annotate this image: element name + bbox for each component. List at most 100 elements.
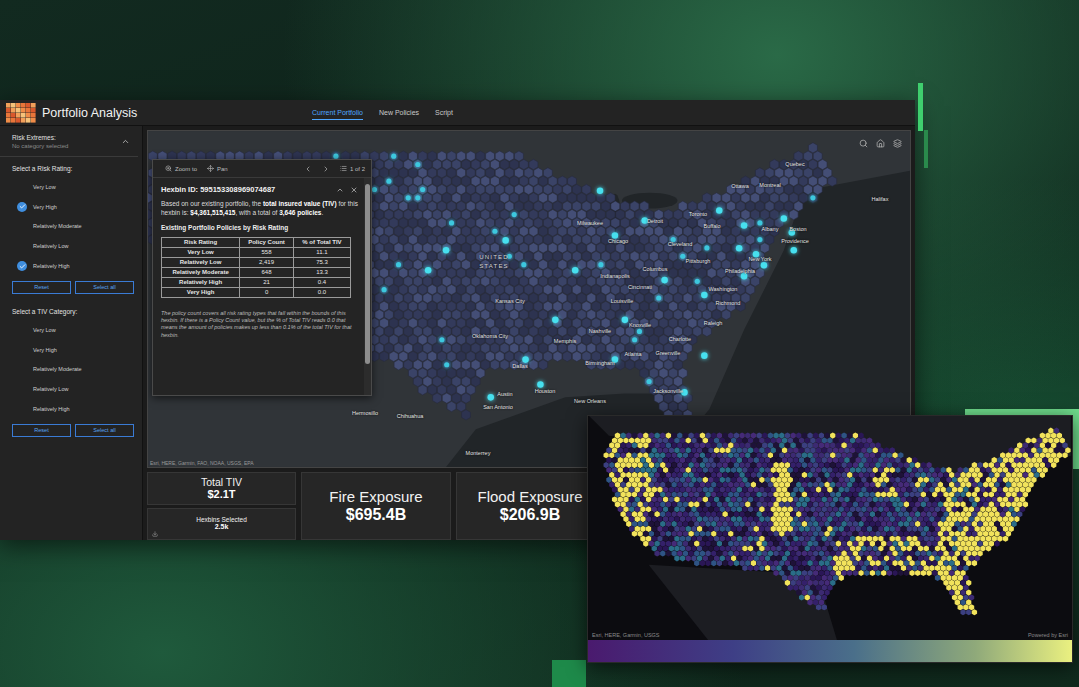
hexbin[interactable] [500, 343, 509, 353]
hexbin[interactable] [1045, 442, 1050, 448]
hexbin[interactable] [784, 168, 793, 178]
hexbin[interactable] [722, 433, 727, 439]
hexbin[interactable] [577, 310, 586, 320]
hexbin[interactable] [678, 318, 687, 328]
hexbin[interactable] [623, 437, 628, 443]
hexbin[interactable] [568, 343, 577, 353]
hexbin[interactable] [592, 301, 601, 311]
hexbin[interactable] [428, 184, 437, 194]
hexbin[interactable] [510, 209, 519, 219]
hexbin[interactable] [643, 433, 648, 439]
hexbin[interactable] [505, 268, 514, 278]
hexbin[interactable] [534, 184, 543, 194]
hexbin[interactable] [674, 293, 683, 303]
hexbin[interactable] [384, 276, 393, 286]
hexbin[interactable] [442, 193, 451, 203]
hexbin[interactable] [471, 193, 480, 203]
hexbin[interactable] [514, 335, 523, 345]
hexbin[interactable] [447, 201, 456, 211]
hexbin[interactable] [514, 184, 523, 194]
hexbin[interactable] [659, 401, 668, 411]
hexbin[interactable] [505, 168, 514, 178]
hexbin[interactable] [418, 251, 427, 261]
hexbin[interactable] [654, 452, 659, 458]
hexbin[interactable] [408, 284, 417, 294]
hexbin[interactable] [858, 433, 863, 439]
hexbin[interactable] [640, 447, 645, 453]
hexbin[interactable] [384, 209, 393, 219]
hexbin[interactable] [705, 452, 710, 458]
hexbin[interactable] [722, 226, 731, 236]
hexbin[interactable] [601, 318, 610, 328]
hexbin[interactable] [408, 201, 417, 211]
hexbin[interactable] [466, 201, 475, 211]
hexbin[interactable] [500, 176, 509, 186]
hexbin[interactable] [827, 447, 832, 453]
hexbin[interactable] [611, 318, 620, 328]
hexbin[interactable] [625, 360, 634, 370]
hexbin[interactable] [592, 268, 601, 278]
hexbin[interactable] [471, 226, 480, 236]
hexbin[interactable] [616, 259, 625, 269]
hexbin[interactable] [568, 326, 577, 336]
hexbin[interactable] [1048, 447, 1053, 453]
hexbin[interactable] [572, 184, 581, 194]
hexbin[interactable] [524, 218, 533, 228]
hexbin[interactable] [741, 293, 750, 303]
hexbin[interactable] [418, 318, 427, 328]
hexbin[interactable] [442, 393, 451, 403]
hexbin[interactable] [471, 310, 480, 320]
hexbin[interactable] [490, 360, 499, 370]
hexbin[interactable] [389, 301, 398, 311]
hexbin[interactable] [790, 433, 795, 439]
hexbin[interactable] [813, 433, 818, 439]
heatmap-canvas[interactable] [588, 416, 1072, 640]
hexbin[interactable] [736, 234, 745, 244]
hexbin[interactable] [514, 251, 523, 261]
selected-hexbin[interactable] [632, 337, 637, 342]
hexbin[interactable] [568, 243, 577, 253]
hexbin[interactable] [611, 335, 620, 345]
hexbin[interactable] [384, 243, 393, 253]
hexbin[interactable] [714, 437, 719, 443]
hexbin[interactable] [452, 310, 461, 320]
hexbin[interactable] [380, 201, 389, 211]
hexbin[interactable] [418, 351, 427, 361]
hexbin[interactable] [524, 335, 533, 345]
hexbin[interactable] [649, 251, 658, 261]
hexbin[interactable] [659, 284, 668, 294]
hexbin[interactable] [389, 168, 398, 178]
hexbin[interactable] [760, 193, 769, 203]
hexbin[interactable] [702, 243, 711, 253]
hexbin[interactable] [630, 201, 639, 211]
hexbin[interactable] [702, 326, 711, 336]
hexbin[interactable] [771, 437, 776, 443]
hexbin[interactable] [433, 293, 442, 303]
hexbin[interactable] [649, 368, 658, 378]
hexbin[interactable] [384, 159, 393, 169]
hexbin[interactable] [413, 176, 422, 186]
hexbin[interactable] [389, 318, 398, 328]
hexbin[interactable] [739, 442, 744, 448]
hexbin[interactable] [620, 442, 625, 448]
hexbin[interactable] [712, 310, 721, 320]
hexbin[interactable] [433, 243, 442, 253]
hexbin[interactable] [452, 243, 461, 253]
hexbin[interactable] [462, 293, 471, 303]
hexbin[interactable] [428, 151, 437, 161]
hexbin[interactable] [1045, 433, 1050, 439]
hexbin[interactable] [741, 209, 750, 219]
hexbin[interactable] [818, 159, 827, 169]
hexbin[interactable] [1037, 437, 1042, 443]
download-button[interactable] [152, 531, 158, 537]
hexbin[interactable] [587, 193, 596, 203]
hexbin[interactable] [442, 343, 451, 353]
hexbin[interactable] [657, 437, 662, 443]
hexbin[interactable] [734, 433, 739, 439]
hexbin[interactable] [543, 201, 552, 211]
hexbin[interactable] [413, 343, 422, 353]
hexbin[interactable] [563, 268, 572, 278]
hexbin[interactable] [702, 310, 711, 320]
hexbin[interactable] [433, 393, 442, 403]
hexbin[interactable] [674, 393, 683, 403]
